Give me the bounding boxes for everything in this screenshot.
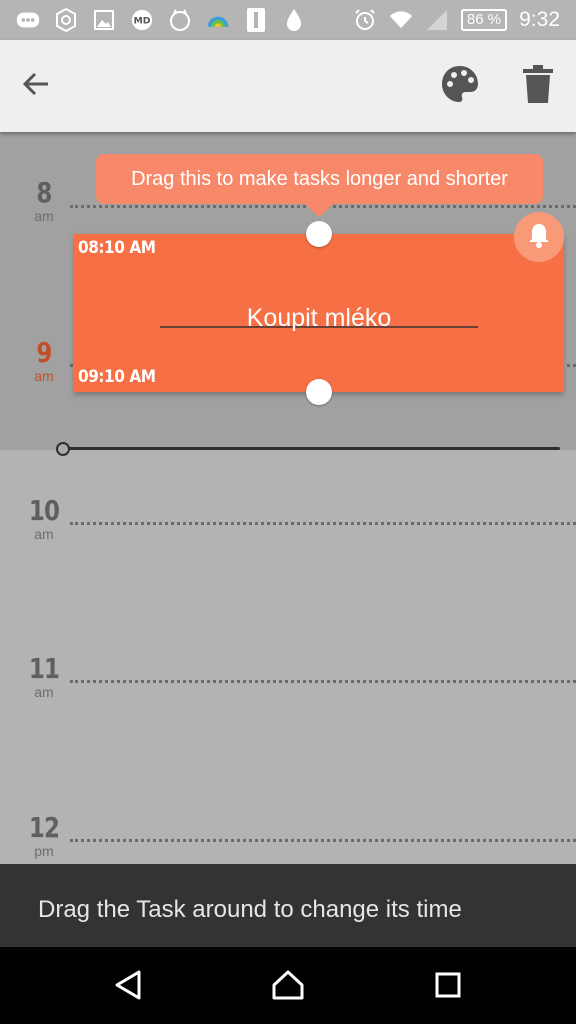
settings-cog-icon (54, 8, 78, 32)
task-block[interactable]: 08:10 AM Koupit mléko 09:10 AM (74, 234, 564, 392)
bell-icon (527, 222, 551, 253)
nav-back-icon (113, 969, 143, 1006)
task-end-time: 09:10 AM (78, 367, 156, 387)
task-resize-handle-top[interactable] (306, 221, 332, 247)
rainbow-app-icon (206, 8, 230, 32)
battery-indicator: 86 % (460, 9, 508, 31)
hour-label-10: 10 am (28, 494, 60, 543)
navigation-bar (0, 947, 576, 1024)
hour-label-8: 8 am (34, 176, 54, 225)
status-time: 9:32 (519, 8, 560, 31)
arrow-back-icon (22, 70, 50, 103)
status-bar: MD 86 % 9:32 (0, 0, 576, 40)
hour-divider-12 (70, 839, 576, 842)
nav-recents-button[interactable] (428, 967, 468, 1007)
nav-home-button[interactable] (268, 967, 308, 1007)
task-start-time: 08:10 AM (78, 238, 156, 258)
nav-recents-icon (434, 971, 462, 1004)
sim-card-icon (244, 8, 268, 32)
hour-divider-11 (70, 680, 576, 683)
toolbar (0, 40, 576, 132)
image-icon (92, 8, 116, 32)
reminder-button[interactable] (514, 212, 564, 262)
task-resize-handle-bottom[interactable] (306, 379, 332, 405)
notification-icon (16, 8, 40, 32)
hour-label-11: 11 am (28, 652, 60, 701)
hour-label-9: 9 am (34, 336, 54, 385)
wifi-icon (389, 8, 413, 32)
color-palette-button[interactable] (436, 62, 484, 110)
nav-back-button[interactable] (108, 967, 148, 1007)
nav-home-icon (271, 969, 305, 1006)
hint-snackbar: Drag the Task around to change its time (0, 864, 576, 947)
svg-text:MD: MD (134, 16, 151, 27)
trash-icon (523, 64, 553, 108)
back-button[interactable] (12, 62, 60, 110)
alarm-icon (353, 8, 377, 32)
task-title: Koupit mléko (246, 304, 392, 332)
android-cat-icon (168, 8, 192, 32)
current-time-line (62, 447, 560, 450)
tooltip-pointer (305, 204, 333, 217)
hour-label-12: 12 pm (28, 811, 60, 860)
palette-icon (440, 64, 480, 109)
signal-icon (425, 8, 449, 32)
current-time-marker (56, 442, 70, 456)
hour-divider-10 (70, 522, 576, 525)
snackbar-text: Drag the Task around to change its time (38, 896, 462, 923)
resize-hint-tooltip: Drag this to make tasks longer and short… (96, 154, 543, 204)
delete-button[interactable] (514, 62, 562, 110)
water-drop-icon (282, 8, 306, 32)
day-timeline[interactable]: 8 am 9 am 10 am 11 am 12 pm 08:10 AM Koupit m… (0, 132, 576, 864)
md-app-icon: MD (130, 8, 154, 32)
